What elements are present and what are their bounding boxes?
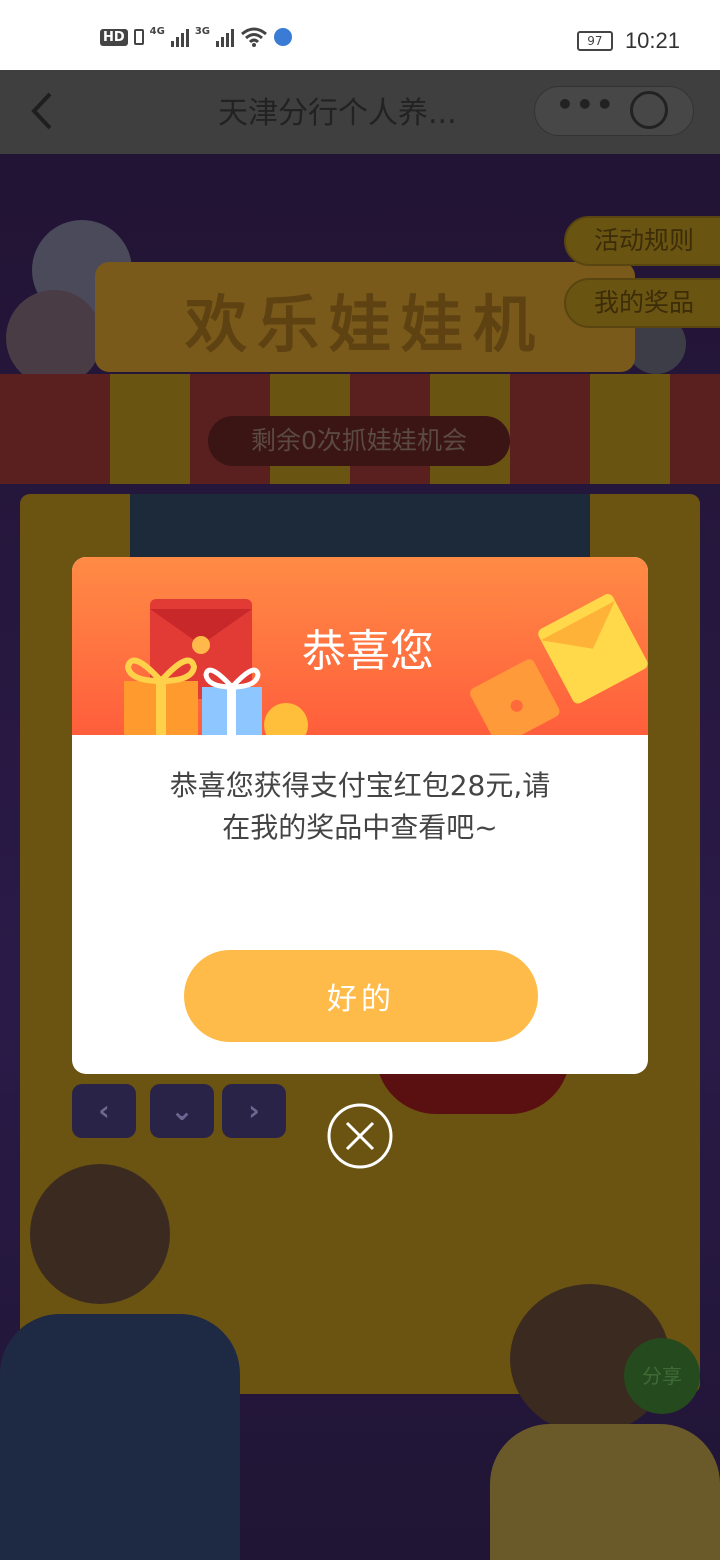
prize-dialog: 恭喜您 恭喜您获得支付宝红包28元,请 在我的奖品中查看吧~ 好的 [72, 557, 648, 1074]
back-icon[interactable] [22, 86, 62, 136]
share-button[interactable]: 分享 [624, 1338, 700, 1414]
close-icon[interactable] [630, 91, 668, 129]
dialog-message: 恭喜您获得支付宝红包28元,请 在我的奖品中查看吧~ [128, 765, 592, 849]
clock: 10:21 [624, 28, 680, 53]
my-prizes-button[interactable]: 我的奖品 [564, 278, 720, 328]
dialog-message-line-1: 恭喜您获得支付宝红包28元,请 [169, 769, 551, 802]
rules-button[interactable]: 活动规则 [564, 216, 720, 266]
wifi-icon [241, 27, 267, 47]
ok-button[interactable]: 好的 [184, 950, 538, 1042]
sim-icon [133, 29, 144, 45]
battery-icon: 97 [576, 31, 613, 51]
page-title: 天津分行个人养... [218, 96, 457, 131]
status-bar: HD 4G 3G 97 10:21 [0, 0, 720, 70]
status-right: 97 10:21 [576, 28, 680, 54]
signal-icon-2 [216, 27, 235, 47]
close-dialog-icon[interactable] [327, 1103, 393, 1169]
hd-badge: HD [100, 28, 128, 46]
dialog-message-line-2: 在我的奖品中查看吧~ [222, 811, 498, 844]
girl-illustration [480, 1284, 720, 1560]
remaining-chances: 剩余0次抓娃娃机会 [208, 416, 510, 466]
signal-icon [170, 27, 189, 47]
more-button[interactable]: ••• [556, 88, 616, 121]
right-arrow-icon[interactable]: › [222, 1084, 286, 1138]
game-title: 欢乐娃娃机 [184, 288, 545, 361]
network-type-2: 3G [194, 25, 211, 37]
nav-bar: 天津分行个人养... ••• [0, 70, 720, 154]
boy-illustration [0, 1164, 250, 1560]
network-type-1: 4G [149, 25, 165, 37]
dialog-title: 恭喜您 [302, 626, 434, 677]
browser-icon [274, 28, 293, 46]
left-arrow-icon[interactable]: ‹ [72, 1084, 136, 1138]
down-arrow-icon[interactable]: ⌄ [150, 1084, 214, 1138]
status-left: HD 4G 3G [100, 25, 293, 48]
dialog-header: 恭喜您 [72, 557, 648, 735]
